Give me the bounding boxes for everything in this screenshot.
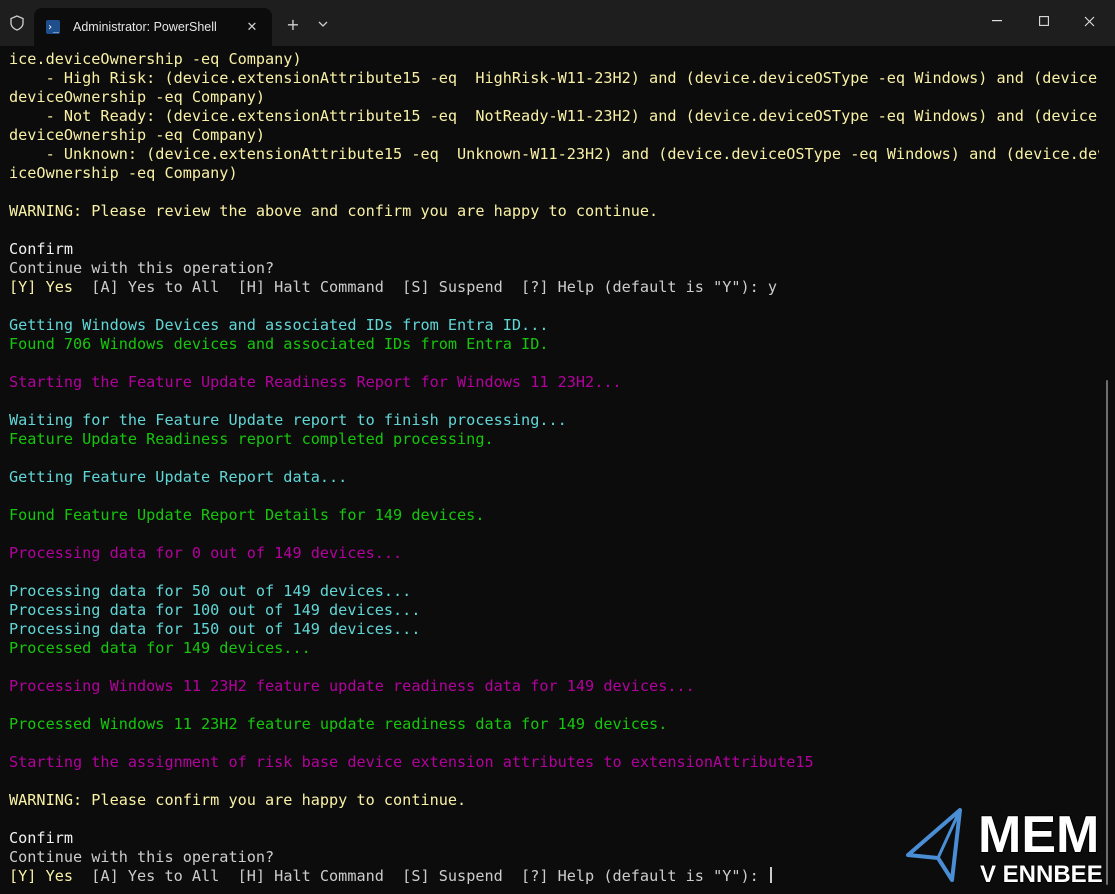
terminal-line: ice.deviceOwnership -eq Company) [9,50,1099,69]
terminal-text: Feature Update Readiness report complete… [9,430,494,448]
terminal-text: Confirm [9,240,74,258]
mem-vennbee-logo: MEM V ENNBEE [900,800,1105,890]
terminal-line: - High Risk: (device.extensionAttribute1… [9,69,1099,88]
terminal-text: ice.deviceOwnership -eq Company) [9,50,302,68]
terminal-text: Processing Windows 11 23H2 feature updat… [9,677,695,695]
terminal-window: ›_ Administrator: PowerShell ✕ + ice.dev… [0,0,1115,894]
terminal-text: Found 706 Windows devices and associated… [9,335,549,353]
terminal-line: Processing data for 0 out of 149 devices… [9,544,1099,563]
terminal-text: - High Risk: (device.extensionAttribute1… [9,69,1099,87]
scrollbar[interactable] [1106,380,1108,885]
terminal-text: Processing data for 150 out of 149 devic… [9,620,421,638]
terminal-line: Processed Windows 11 23H2 feature update… [9,715,1099,734]
terminal-text: deviceOwnership -eq Company) [9,126,266,144]
terminal-text: Processing data for 50 out of 149 device… [9,582,412,600]
prompt-options: [A] Yes to All [H] Halt Command [S] Susp… [73,867,768,885]
terminal-line: Processing data for 50 out of 149 device… [9,582,1099,601]
terminal-text: - Not Ready: (device.extensionAttribute1… [9,107,1099,125]
terminal-text: Starting the Feature Update Readiness Re… [9,373,622,391]
terminal-text: Getting Windows Devices and associated I… [9,316,549,334]
text-cursor [769,867,772,883]
close-icon[interactable]: ✕ [244,19,260,35]
terminal-line: WARNING: Please review the above and con… [9,202,1099,221]
terminal-line: Feature Update Readiness report complete… [9,430,1099,449]
chevron-down-icon[interactable] [313,14,333,34]
terminal-line: [Y] Yes [A] Yes to All [H] Halt Command … [9,278,1099,297]
terminal-line: Processing data for 100 out of 149 devic… [9,601,1099,620]
terminal-text: Processed data for 149 devices... [9,639,311,657]
terminal-line: Found 706 Windows devices and associated… [9,335,1099,354]
terminal-line: - Unknown: (device.extensionAttribute15 … [9,145,1099,164]
terminal-text: Waiting for the Feature Update report to… [9,411,567,429]
title-bar[interactable]: ›_ Administrator: PowerShell ✕ + [0,0,1115,46]
terminal-output[interactable]: ice.deviceOwnership -eq Company) - High … [9,50,1099,890]
tab-powershell[interactable]: ›_ Administrator: PowerShell ✕ [34,8,272,46]
terminal-line: Waiting for the Feature Update report to… [9,411,1099,430]
terminal-text: iceOwnership -eq Company) [9,164,238,182]
shield-icon [8,14,26,32]
terminal-text: WARNING: Please confirm you are happy to… [9,791,467,809]
minimize-icon[interactable] [974,6,1020,36]
terminal-line: Processed data for 149 devices... [9,639,1099,658]
terminal-line: Starting the Feature Update Readiness Re… [9,373,1099,392]
close-window-icon[interactable] [1066,6,1112,36]
terminal-text: Getting Feature Update Report data... [9,468,348,486]
terminal-text: Processing data for 100 out of 149 devic… [9,601,421,619]
logo-line2: V ENNBEE [980,861,1103,888]
terminal-line: Starting the assignment of risk base dev… [9,753,1099,772]
powershell-icon: ›_ [46,20,60,34]
plus-icon[interactable]: + [283,14,303,34]
prompt-yes-option: [Y] Yes [9,278,74,296]
terminal-line: Confirm [9,240,1099,259]
prompt-options: [A] Yes to All [H] Halt Command [S] Susp… [73,278,778,296]
terminal-line: Continue with this operation? [9,259,1099,278]
prompt-yes-option: [Y] Yes [9,867,74,885]
terminal-text: Processing data for 0 out of 149 devices… [9,544,403,562]
terminal-text: WARNING: Please review the above and con… [9,202,659,220]
terminal-line: - Not Ready: (device.extensionAttribute1… [9,107,1099,126]
terminal-line: iceOwnership -eq Company) [9,164,1099,183]
terminal-line: Processing data for 150 out of 149 devic… [9,620,1099,639]
maximize-icon[interactable] [1021,6,1067,36]
logo-line1: MEM [978,806,1099,864]
terminal-line: deviceOwnership -eq Company) [9,88,1099,107]
tab-title: Administrator: PowerShell [73,20,217,34]
terminal-text: Processed Windows 11 23H2 feature update… [9,715,668,733]
terminal-text: deviceOwnership -eq Company) [9,88,266,106]
terminal-line: deviceOwnership -eq Company) [9,126,1099,145]
terminal-line: Getting Windows Devices and associated I… [9,316,1099,335]
terminal-text: - Unknown: (device.extensionAttribute15 … [9,145,1099,163]
terminal-line: Processing Windows 11 23H2 feature updat… [9,677,1099,696]
terminal-text: Confirm [9,829,74,847]
terminal-line: Found Feature Update Report Details for … [9,506,1099,525]
terminal-text: Starting the assignment of risk base dev… [9,753,814,771]
terminal-line: Getting Feature Update Report data... [9,468,1099,487]
terminal-text: Found Feature Update Report Details for … [9,506,485,524]
terminal-text: Continue with this operation? [9,848,275,866]
terminal-text: Continue with this operation? [9,259,275,277]
